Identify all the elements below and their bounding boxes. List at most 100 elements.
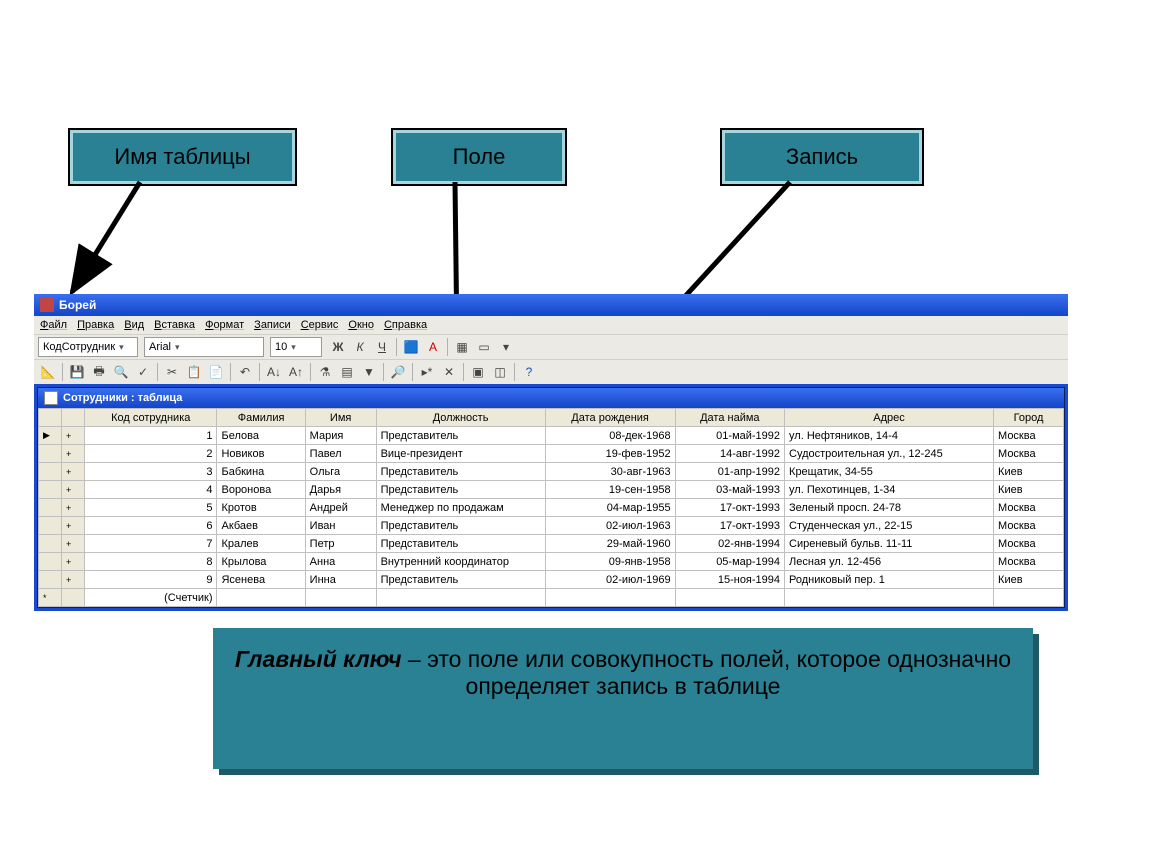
row-selector[interactable] [39,499,62,517]
cell-position[interactable]: Представитель [376,517,545,535]
data-grid[interactable]: Код сотрудника Фамилия Имя Должность Дат… [38,408,1064,607]
cell-id[interactable]: 1 [85,427,217,445]
expand-icon[interactable]: + [62,427,85,445]
cell-hire[interactable]: 01-апр-1992 [675,463,784,481]
cell-surname[interactable]: Новиков [217,445,305,463]
cell-address[interactable]: ул. Нефтяников, 14-4 [785,427,994,445]
cell-id[interactable]: 2 [85,445,217,463]
cell-name[interactable]: Ольга [305,463,376,481]
table-row[interactable]: +3БабкинаОльгаПредставитель30-авг-196301… [39,463,1064,481]
cell-surname[interactable]: Ясенева [217,571,305,589]
menu-records[interactable]: Записи [254,319,291,331]
col-name[interactable]: Имя [305,409,376,427]
col-surname[interactable]: Фамилия [217,409,305,427]
cell-hire[interactable]: 14-авг-1992 [675,445,784,463]
filter-sel-button[interactable]: ⚗ [315,362,335,382]
menu-edit[interactable]: Правка [77,319,114,331]
menu-service[interactable]: Сервис [301,319,339,331]
cell-position[interactable]: Представитель [376,481,545,499]
cell-position[interactable]: Внутренний координатор [376,553,545,571]
cell-birth[interactable]: 09-янв-1958 [545,553,675,571]
view-button[interactable]: 📐 [38,362,58,382]
cell-birth[interactable]: 29-май-1960 [545,535,675,553]
apply-filter-button[interactable]: ▼ [359,362,379,382]
cell-birth[interactable]: 04-мар-1955 [545,499,675,517]
cell-surname[interactable]: Белова [217,427,305,445]
subwindow-titlebar[interactable]: Сотрудники : таблица [38,388,1064,408]
menubar[interactable]: Файл Правка Вид Вставка Формат Записи Се… [34,316,1068,334]
menu-format[interactable]: Формат [205,319,244,331]
db-window-button[interactable]: ▣ [468,362,488,382]
cell-city[interactable]: Москва [994,445,1064,463]
col-city[interactable]: Город [994,409,1064,427]
bold-button[interactable]: Ж [328,337,348,357]
cell-surname[interactable]: Акбаев [217,517,305,535]
cell-name[interactable]: Андрей [305,499,376,517]
cell-hire[interactable]: 02-янв-1994 [675,535,784,553]
field-selector-combo[interactable]: КодСотрудник [38,337,138,357]
sort-desc-button[interactable]: A↑ [286,362,306,382]
col-address[interactable]: Адрес [785,409,994,427]
cell-address[interactable]: Студенческая ул., 22-15 [785,517,994,535]
cell-city[interactable]: Москва [994,535,1064,553]
cell-birth[interactable]: 30-авг-1963 [545,463,675,481]
expand-icon[interactable]: + [62,517,85,535]
cell-name[interactable]: Иван [305,517,376,535]
help-button[interactable]: ? [519,362,539,382]
cell-birth[interactable]: 19-фев-1952 [545,445,675,463]
grid-button[interactable]: ▦ [452,337,472,357]
cell-surname[interactable]: Кротов [217,499,305,517]
preview-button[interactable]: 🔍 [111,362,131,382]
cell-address[interactable]: ул. Пехотинцев, 1-34 [785,481,994,499]
font-color-button[interactable]: A [423,337,443,357]
cell-position[interactable]: Представитель [376,535,545,553]
cell-surname[interactable]: Бабкина [217,463,305,481]
cell-city[interactable]: Киев [994,571,1064,589]
expand-icon[interactable]: + [62,553,85,571]
cell-hire[interactable]: 05-мар-1994 [675,553,784,571]
copy-button[interactable]: 📋 [184,362,204,382]
cell-name[interactable]: Анна [305,553,376,571]
filter-form-button[interactable]: ▤ [337,362,357,382]
new-row[interactable]: *(Счетчик) [39,589,1064,607]
cell-id[interactable]: 9 [85,571,217,589]
cell-address[interactable]: Родниковый пер. 1 [785,571,994,589]
cell-address[interactable]: Судостроительная ул., 12-245 [785,445,994,463]
sort-asc-button[interactable]: A↓ [264,362,284,382]
standard-toolbar[interactable]: 📐 💾 🖶 🔍 ✓ ✂ 📋 📄 ↶ A↓ A↑ ⚗ ▤ ▼ 🔎 ▸* ✕ ▣ ◫… [34,359,1068,384]
cell-address[interactable]: Зеленый просп. 24-78 [785,499,994,517]
cell-name[interactable]: Мария [305,427,376,445]
cell-hire[interactable]: 15-ноя-1994 [675,571,784,589]
cut-button[interactable]: ✂ [162,362,182,382]
row-selector[interactable] [39,553,62,571]
table-row[interactable]: +2НовиковПавелВице-президент19-фев-19521… [39,445,1064,463]
font-combo[interactable]: Arial [144,337,264,357]
table-row[interactable]: +8КрыловаАннаВнутренний координатор09-ян… [39,553,1064,571]
fill-color-button[interactable]: 🟦 [401,337,421,357]
table-row[interactable]: +6АкбаевИванПредставитель02-июл-196317-о… [39,517,1064,535]
undo-button[interactable]: ↶ [235,362,255,382]
expand-icon[interactable]: + [62,463,85,481]
new-record-button[interactable]: ▸* [417,362,437,382]
special-button[interactable]: ▾ [496,337,516,357]
menu-view[interactable]: Вид [124,319,144,331]
new-object-button[interactable]: ◫ [490,362,510,382]
cell-name[interactable]: Петр [305,535,376,553]
cell-birth[interactable]: 19-сен-1958 [545,481,675,499]
cell-address[interactable]: Крещатик, 34-55 [785,463,994,481]
col-birth[interactable]: Дата рождения [545,409,675,427]
save-button[interactable]: 💾 [67,362,87,382]
cell-id[interactable]: 6 [85,517,217,535]
cell-id[interactable]: 3 [85,463,217,481]
formatting-toolbar[interactable]: КодСотрудник Arial 10 Ж К Ч 🟦 A ▦ ▭ ▾ [34,334,1068,359]
row-selector[interactable] [39,535,62,553]
cell-birth[interactable]: 02-июл-1963 [545,517,675,535]
cell-name[interactable]: Дарья [305,481,376,499]
cell-id[interactable]: 5 [85,499,217,517]
cell-id[interactable]: 8 [85,553,217,571]
cell-surname[interactable]: Воронова [217,481,305,499]
cell-hire[interactable]: 01-май-1992 [675,427,784,445]
cell-birth[interactable]: 02-июл-1969 [545,571,675,589]
table-row[interactable]: ▶+1БеловаМарияПредставитель08-дек-196801… [39,427,1064,445]
cell-name[interactable]: Павел [305,445,376,463]
